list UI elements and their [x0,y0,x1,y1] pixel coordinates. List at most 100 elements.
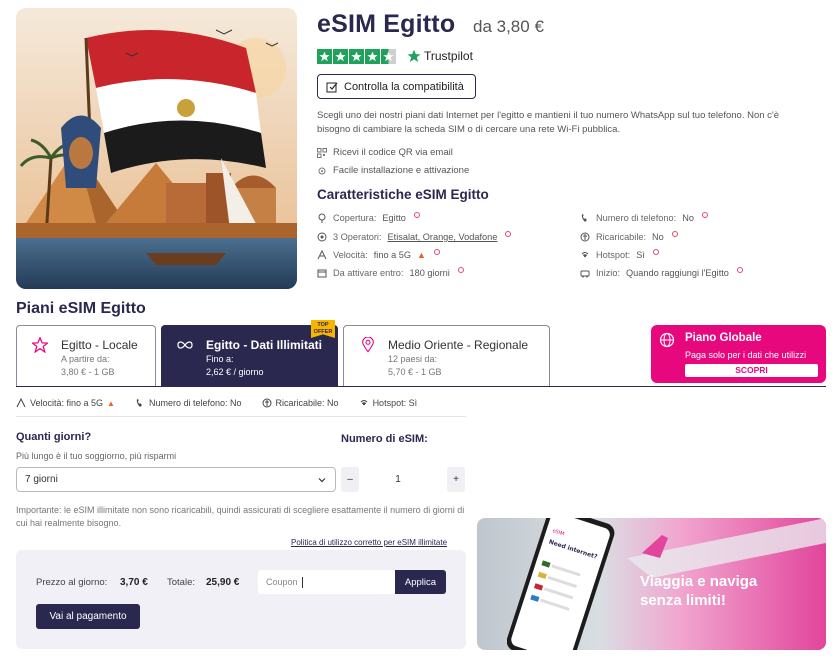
spec-label: Hotspot: Sì [372,398,418,408]
feature-phone: Numero di telefono: No [580,212,708,223]
hotspot-icon [581,252,589,258]
check-compatibility-button[interactable]: Controlla la compatibilità [317,74,476,99]
operators-link[interactable]: Etisalat, Orange, Vodafone [388,232,498,242]
spec-label: Ricaricabile: No [275,398,339,408]
info-icon[interactable] [671,231,678,237]
feature-start: Inizio: Quando raggiungi l'Egitto [580,267,743,278]
info-icon[interactable] [505,231,512,237]
info-icon[interactable] [457,267,464,273]
feature-label: 3 Operatori: [333,232,382,242]
plan-name: Medio Oriente - Regionale [388,338,529,352]
chevron-down-icon [318,478,326,483]
page-title: eSIM Egitto [317,10,456,38]
total-label: Totale: [167,577,195,588]
trustpilot-logo[interactable]: Trustpilot [407,49,473,63]
top-offer-badge: TOP OFFER [311,320,335,338]
feature-label: Ricaricabile: [596,232,647,242]
features-heading: Caratteristiche eSIM Egitto [317,187,489,202]
egypt-hero-image [16,8,297,289]
egypt-illustration [16,8,297,289]
vehicle-icon [580,270,590,278]
qr-code-icon [317,147,327,158]
feature-label: Numero di telefono: [596,213,677,223]
feature-speed: Velocità: fino a 5G ▲ [317,249,440,260]
info-icon[interactable] [652,249,659,255]
important-note: Importante: le eSIM illimitate non sono … [16,505,465,528]
fire-icon: ▲ [417,250,426,260]
location-pin-icon [362,337,374,353]
promo-line-2: senza limiti! [640,592,726,609]
plan-sub: 12 paesi da: [388,354,438,364]
feature-value: Quando raggiungi l'Egitto [626,268,729,278]
tabs-divider [16,386,826,387]
info-icon[interactable] [736,267,743,273]
plan-name: Egitto - Locale [61,338,138,352]
checkout-card [16,550,466,649]
feature-label: Hotspot: [596,250,631,260]
quantity-value[interactable]: 1 [388,467,408,492]
feature-hotspot: Hotspot: Sì [580,249,659,260]
info-icon[interactable] [433,249,440,255]
days-select[interactable]: 7 giorni [16,467,336,492]
plan-name: Egitto - Dati Illimitati [206,338,322,352]
spec-phone: Numero di telefono: No [135,398,242,408]
plan-specs: Velocità: fino a 5G ▲ Numero di telefono… [16,398,417,408]
days-heading: Quanti giorni? [16,431,92,443]
bullet-install: Facile installazione e attivazione [317,165,469,176]
phone-illustration: eSIM Need internet? [507,518,615,650]
plan-price: 5,70 € - 1 GB [388,367,442,377]
plan-tab-regional[interactable]: Medio Oriente - Regionale 12 paesi da: 5… [343,325,550,387]
divider [16,416,466,417]
star-outline-icon [32,337,48,353]
rating-stars [317,49,396,64]
bullet-label: Ricevi il codice QR via email [333,147,453,158]
star-icon [349,49,364,64]
location-icon [318,213,326,223]
global-plan-card[interactable]: Piano Globale Paga solo per i dati che u… [651,325,826,383]
promo-banner[interactable]: eSIM Need internet? Viaggia e naviga sen… [477,518,826,650]
feature-value: No [682,213,694,223]
feature-label: Velocità: [333,250,368,260]
recharge-icon [580,232,590,242]
discover-button[interactable]: SCOPRI [685,364,818,377]
phone-icon [581,214,587,222]
star-icon [333,49,348,64]
plan-tab-local[interactable]: Egitto - Locale A partire da: 3,80 € - 1… [16,325,156,387]
network-icon [317,232,327,242]
edit-icon [326,82,338,92]
recharge-icon [262,398,272,408]
phone-icon [136,399,142,407]
globe-icon [659,332,675,348]
star-icon [365,49,380,64]
checkout-button[interactable]: Vai al pagamento [36,604,140,629]
trustpilot-label: Trustpilot [424,49,473,63]
fair-use-policy-link[interactable]: Politica di utilizzo corretto per eSIM i… [291,538,447,547]
spec-label: Numero di telefono: No [148,398,242,408]
plan-price: 2,62 € / giorno [206,367,264,377]
total-value: 25,90 € [206,577,240,588]
star-icon [317,49,332,64]
increment-button[interactable]: + [447,467,465,492]
plan-tab-unlimited[interactable]: TOP OFFER Egitto - Dati Illimitati Fino a… [161,320,338,387]
plans-heading: Piani eSIM Egitto [16,300,146,317]
info-icon[interactable] [413,212,420,218]
info-icon[interactable] [701,212,708,218]
feature-value: Sì [636,250,645,260]
apply-coupon-button[interactable]: Applica [395,570,446,594]
feature-value: Egitto [382,213,406,223]
settings-icon [318,167,326,174]
text-cursor [301,576,303,588]
day-price-label: Prezzo al giorno: [36,577,108,588]
coupon-input[interactable]: Coupon [258,570,395,594]
global-plan-sub: Paga solo per i dati che utilizzi [685,350,807,360]
fire-icon: ▲ [107,398,115,408]
signal-icon [16,398,26,408]
promo-line-1: Viaggia e naviga [640,573,758,590]
price-from: da 3,80 € [473,17,544,36]
decrement-button[interactable]: – [341,467,359,492]
spec-speed: Velocità: fino a 5G ▲ [16,398,115,408]
plan-price: 3,80 € - 1 GB [61,367,115,377]
esim-quantity-heading: Numero di eSIM: [341,433,428,445]
spec-label: Velocità: fino a 5G [30,398,104,408]
feature-coverage: Copertura: Egitto [317,212,420,223]
